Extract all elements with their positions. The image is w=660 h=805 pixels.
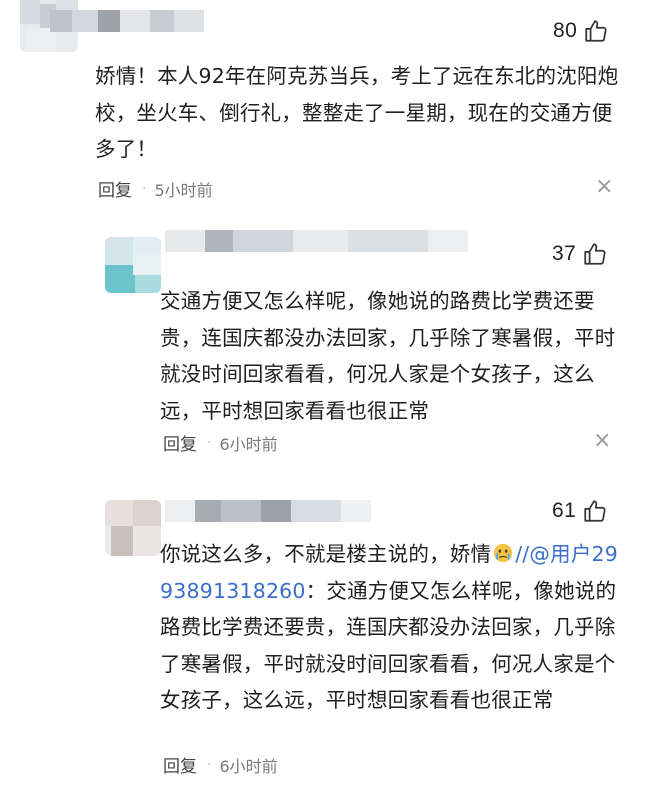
separator: ·	[207, 756, 212, 773]
like-button[interactable]: 37	[552, 241, 608, 267]
username-blurred[interactable]	[165, 500, 371, 522]
avatar[interactable]	[105, 237, 161, 293]
separator: ·	[207, 434, 212, 451]
timestamp: 6小时前	[219, 756, 278, 776]
close-icon[interactable]: ×	[593, 430, 611, 452]
close-icon[interactable]: ×	[595, 176, 613, 198]
comment-text-before: 你说这么多，不就是楼主说的，娇情	[160, 542, 492, 566]
like-button[interactable]: 80	[553, 18, 609, 44]
reply-button[interactable]: 回复	[98, 176, 132, 201]
username-blurred[interactable]	[50, 10, 204, 32]
comment-item: 80 娇情！本人92年在阿克苏当兵，考上了远在东北的沈阳炮校，坐火车、倒行礼，整…	[20, 0, 640, 202]
separator: ·	[142, 180, 147, 197]
comment-header: 37	[85, 225, 640, 293]
avatar[interactable]	[105, 500, 161, 556]
thumbs-up-icon	[584, 243, 606, 265]
crying-face-emoji	[494, 543, 513, 563]
comment-footer: 回复 · 6小时前	[163, 430, 278, 456]
comment-footer: 回复 · 6小时前	[163, 752, 278, 778]
comment-header: 80	[20, 0, 640, 60]
comment-text: 交通方便又怎么样呢，像她说的路费比学费还要贵，连国庆都没办法回家，几乎除了寒暑假…	[160, 289, 616, 423]
like-button[interactable]: 61	[552, 498, 608, 524]
reply-item: 61 你说这么多，不就是楼主说的，娇情//@用户2993891318260：交通…	[85, 490, 640, 800]
timestamp: 5小时前	[154, 180, 213, 200]
reply-button[interactable]: 回复	[163, 752, 197, 777]
like-count: 61	[552, 499, 577, 522]
reply-item: 37 交通方便又怎么样呢，像她说的路费比学费还要贵，连国庆都没办法回家，几乎除了…	[85, 225, 640, 465]
comment-footer: 回复 · 5小时前	[98, 176, 213, 202]
like-count: 80	[553, 19, 578, 42]
comment-text: 娇情！本人92年在阿克苏当兵，考上了远在东北的沈阳炮校，坐火车、倒行礼，整整走了…	[95, 64, 619, 161]
timestamp: 6小时前	[219, 434, 278, 454]
comment-text: 你说这么多，不就是楼主说的，娇情//@用户2993891318260：交通方便又…	[160, 536, 620, 719]
thumbs-up-icon	[584, 500, 606, 522]
reply-button[interactable]: 回复	[163, 430, 197, 455]
like-count: 37	[552, 242, 577, 265]
username-blurred[interactable]	[165, 230, 468, 252]
thumbs-up-icon	[585, 20, 607, 42]
